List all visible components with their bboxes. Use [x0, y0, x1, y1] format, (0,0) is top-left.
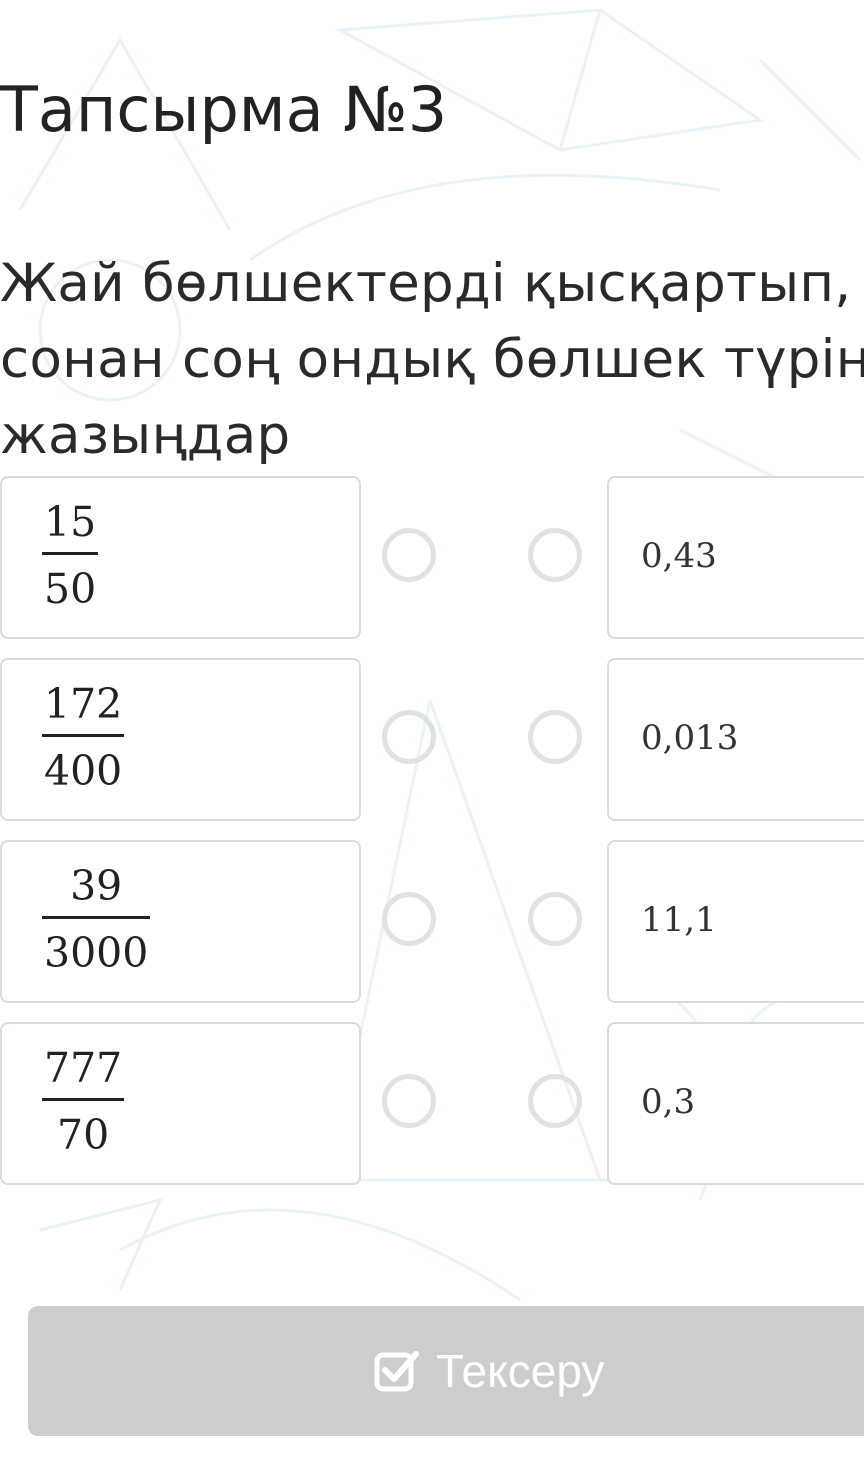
- fraction-numerator: 172: [44, 680, 123, 728]
- fraction-card-4[interactable]: 777 70: [0, 1022, 361, 1185]
- right-connector-dot-2[interactable]: [528, 710, 582, 764]
- fraction-bar: [42, 1098, 125, 1101]
- left-connector-dot-3[interactable]: [382, 892, 436, 946]
- fraction-bar: [42, 552, 99, 555]
- fraction-denominator: 400: [44, 747, 123, 795]
- fraction-card-1[interactable]: 15 50: [0, 476, 361, 639]
- answer-value: 0,3: [641, 1082, 696, 1122]
- fraction: 15 50: [42, 498, 99, 613]
- answer-value: 0,013: [641, 718, 739, 758]
- task-question-line: сонан соң ондық бөлшек түрін: [0, 329, 864, 390]
- fraction-numerator: 777: [44, 1044, 123, 1092]
- answer-card-2[interactable]: 0,013: [607, 658, 864, 821]
- fraction: 39 3000: [42, 862, 151, 977]
- right-connector-dot-1[interactable]: [528, 528, 582, 582]
- fraction-card-3[interactable]: 39 3000: [0, 840, 361, 1003]
- check-square-icon: [374, 1351, 419, 1392]
- fraction-numerator: 39: [70, 862, 123, 910]
- fraction-numerator: 15: [44, 498, 97, 546]
- answer-value: 0,43: [641, 536, 717, 576]
- answer-card-4[interactable]: 0,3: [607, 1022, 864, 1185]
- answer-value: 11,1: [641, 900, 717, 940]
- right-connector-dot-4[interactable]: [528, 1074, 582, 1128]
- check-button-label: Тексеру: [436, 1345, 605, 1397]
- fraction-denominator: 50: [44, 565, 97, 613]
- fraction: 172 400: [42, 680, 125, 795]
- answer-card-1[interactable]: 0,43: [607, 476, 864, 639]
- task-question-line: Жай бөлшектерді қысқартып,: [0, 253, 852, 314]
- fraction-denominator: 70: [57, 1111, 110, 1159]
- fraction: 777 70: [42, 1044, 125, 1159]
- check-button[interactable]: Тексеру: [28, 1306, 864, 1436]
- task-question: Жай бөлшектерді қысқартып, сонан соң онд…: [0, 246, 864, 474]
- fraction-card-2[interactable]: 172 400: [0, 658, 361, 821]
- left-connector-dot-1[interactable]: [382, 528, 436, 582]
- task-title: Тапсырма №3: [0, 73, 448, 146]
- task-question-line: жазыңдар: [0, 405, 291, 466]
- left-connector-dot-2[interactable]: [382, 710, 436, 764]
- fraction-denominator: 3000: [44, 929, 149, 977]
- left-connector-dot-4[interactable]: [382, 1074, 436, 1128]
- right-connector-dot-3[interactable]: [528, 892, 582, 946]
- fraction-bar: [42, 916, 151, 919]
- answer-card-3[interactable]: 11,1: [607, 840, 864, 1003]
- fraction-bar: [42, 734, 125, 737]
